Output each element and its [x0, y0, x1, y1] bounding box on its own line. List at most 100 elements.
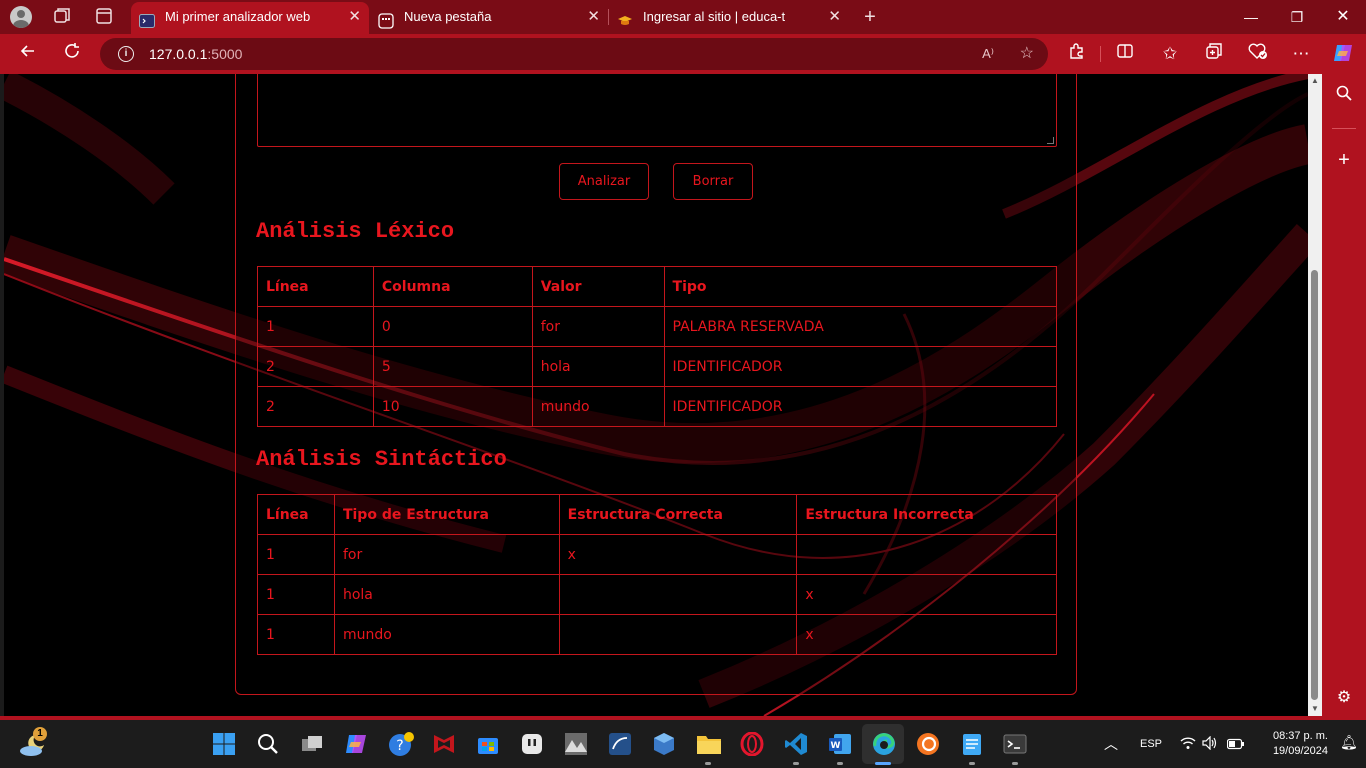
clear-button[interactable]: Borrar	[673, 163, 753, 200]
sidebar-search-icon[interactable]	[1333, 84, 1355, 106]
language-indicator[interactable]: ESP	[1140, 720, 1162, 768]
address-bar[interactable]: i 127.0.0.1:5000 A⁾ ☆	[100, 38, 1048, 70]
header-cell: Tipo de Estructura	[333, 494, 560, 535]
close-tab-icon[interactable]: ✕	[348, 2, 361, 32]
browser-toolbar: i 127.0.0.1:5000 A⁾ ☆ ✩ ⋯	[0, 34, 1366, 74]
header-cell: Estructura Incorrecta	[796, 494, 1057, 535]
minimize-icon[interactable]: —	[1228, 0, 1274, 34]
app-face-icon[interactable]	[520, 732, 544, 761]
mysql-workbench-icon[interactable]	[608, 732, 632, 761]
browser-essentials-icon[interactable]	[1245, 41, 1271, 67]
running-indicator	[1012, 762, 1018, 765]
mcafee-icon[interactable]	[432, 732, 456, 761]
header-cell: Estructura Correcta	[558, 494, 798, 535]
tab-title: Ingresar al sitio | educa-t	[643, 9, 786, 24]
site-info-icon[interactable]: i	[118, 46, 134, 62]
close-tab-icon[interactable]: ✕	[828, 2, 841, 32]
start-windows-icon[interactable]	[212, 732, 236, 761]
table-cell: IDENTIFICADOR	[663, 346, 1058, 387]
table-cell: 2	[257, 346, 374, 387]
tab-nueva-pestana[interactable]: Nueva pestaña ✕	[370, 2, 608, 34]
sidebar-add-icon[interactable]: +	[1333, 149, 1355, 171]
battery-icon[interactable]	[1226, 737, 1245, 755]
split-screen-icon[interactable]	[1112, 41, 1138, 67]
close-window-icon[interactable]: ✕	[1320, 0, 1366, 34]
table-cell: 0	[372, 306, 533, 347]
volume-icon[interactable]	[1202, 735, 1218, 755]
clock-time: 08:37 p. m.	[1272, 730, 1328, 742]
vscode-icon[interactable]	[784, 732, 808, 761]
table-cell: mundo	[333, 614, 560, 655]
read-aloud-icon[interactable]: A⁾	[982, 38, 994, 70]
taskbar-clock[interactable]: 08:37 p. m. 19/09/2024	[1258, 729, 1328, 759]
photo-app-icon[interactable]	[564, 732, 588, 761]
copilot-icon[interactable]	[1330, 41, 1356, 67]
virtualbox-icon[interactable]	[652, 732, 676, 761]
extensions-icon[interactable]	[1064, 41, 1090, 67]
table-cell: 10	[372, 386, 533, 427]
table-row: 1 for x	[257, 534, 1057, 575]
page-viewport: Analizar Borrar Análisis Léxico Línea Co…	[4, 74, 1308, 716]
notification-bell-icon[interactable]: 🔔︎	[1340, 734, 1358, 751]
newtab-icon	[378, 10, 394, 29]
task-view-icon[interactable]	[300, 732, 324, 761]
tab-analizador[interactable]: Mi primer analizador web ✕	[131, 2, 369, 34]
running-indicator	[969, 762, 975, 765]
tab-actions-icon[interactable]	[93, 6, 115, 28]
favorites-icon[interactable]: ✩	[1157, 41, 1183, 67]
weather-badge: 1	[33, 727, 47, 741]
url-text[interactable]: 127.0.0.1:5000	[149, 38, 242, 70]
wifi-icon[interactable]	[1180, 736, 1196, 755]
table-cell: 5	[372, 346, 533, 387]
sidebar-settings-gear-icon[interactable]: ⚙	[1333, 687, 1355, 709]
header-cell: Tipo	[663, 266, 1058, 307]
table-cell: 2	[257, 386, 374, 427]
scroll-up-icon[interactable]: ▲	[1310, 76, 1320, 85]
file-explorer-icon[interactable]	[696, 732, 722, 761]
scroll-down-icon[interactable]: ▼	[1310, 704, 1320, 713]
workspaces-icon[interactable]	[51, 6, 73, 28]
restore-icon[interactable]: ❐	[1274, 0, 1320, 34]
tray-overflow-chevron-icon[interactable]: ︿	[1104, 720, 1118, 768]
tab-educa-t[interactable]: Ingresar al sitio | educa-t ✕	[609, 2, 849, 34]
word-icon[interactable]: W	[828, 732, 852, 761]
favorite-star-icon[interactable]: ☆	[1020, 38, 1034, 70]
crunchyroll-icon[interactable]	[916, 732, 940, 761]
settings-more-icon[interactable]: ⋯	[1288, 41, 1314, 67]
profile-avatar-icon[interactable]	[10, 6, 32, 28]
microsoft-store-icon[interactable]	[476, 732, 500, 761]
table-header-row: Línea Columna Valor Tipo	[257, 266, 1058, 307]
header-cell: Línea	[257, 494, 335, 535]
collections-icon[interactable]	[1201, 41, 1227, 67]
running-indicator	[837, 762, 843, 765]
new-tab-plus-icon[interactable]: +	[859, 6, 881, 28]
scrollbar-thumb[interactable]	[1311, 270, 1318, 700]
edge-browser-icon[interactable]	[871, 731, 897, 762]
table-row: 2 10 mundo IDENTIFICADOR	[257, 386, 1058, 427]
syntactic-table: Línea Tipo de Estructura Estructura Corr…	[257, 494, 1057, 655]
back-arrow-icon[interactable]	[15, 41, 41, 67]
taskbar-search-icon[interactable]	[256, 732, 280, 761]
terminal-taskbar-icon[interactable]	[1003, 732, 1027, 761]
close-tab-icon[interactable]: ✕	[587, 2, 600, 32]
tab-title: Mi primer analizador web	[165, 9, 311, 24]
tab-title: Nueva pestaña	[404, 9, 492, 24]
help-icon[interactable]: ?	[388, 732, 414, 763]
table-cell: 1	[257, 614, 335, 655]
table-cell: x	[796, 614, 1057, 655]
code-input-textarea[interactable]	[257, 74, 1057, 147]
table-cell	[558, 574, 798, 615]
lexical-title: Análisis Léxico	[256, 219, 455, 244]
page-scrollbar[interactable]: ▲ ▼	[1308, 74, 1322, 716]
opera-icon[interactable]	[740, 731, 764, 761]
table-cell	[796, 534, 1057, 575]
refresh-icon[interactable]	[59, 41, 85, 67]
notepad-icon[interactable]	[960, 732, 984, 761]
analyze-button[interactable]: Analizar	[559, 163, 649, 200]
copilot-taskbar-icon[interactable]	[344, 732, 368, 761]
terminal-icon	[139, 10, 155, 28]
table-cell: 1	[257, 574, 335, 615]
table-header-row: Línea Tipo de Estructura Estructura Corr…	[257, 494, 1057, 535]
table-cell: x	[796, 574, 1057, 615]
clock-date: 19/09/2024	[1272, 745, 1328, 757]
